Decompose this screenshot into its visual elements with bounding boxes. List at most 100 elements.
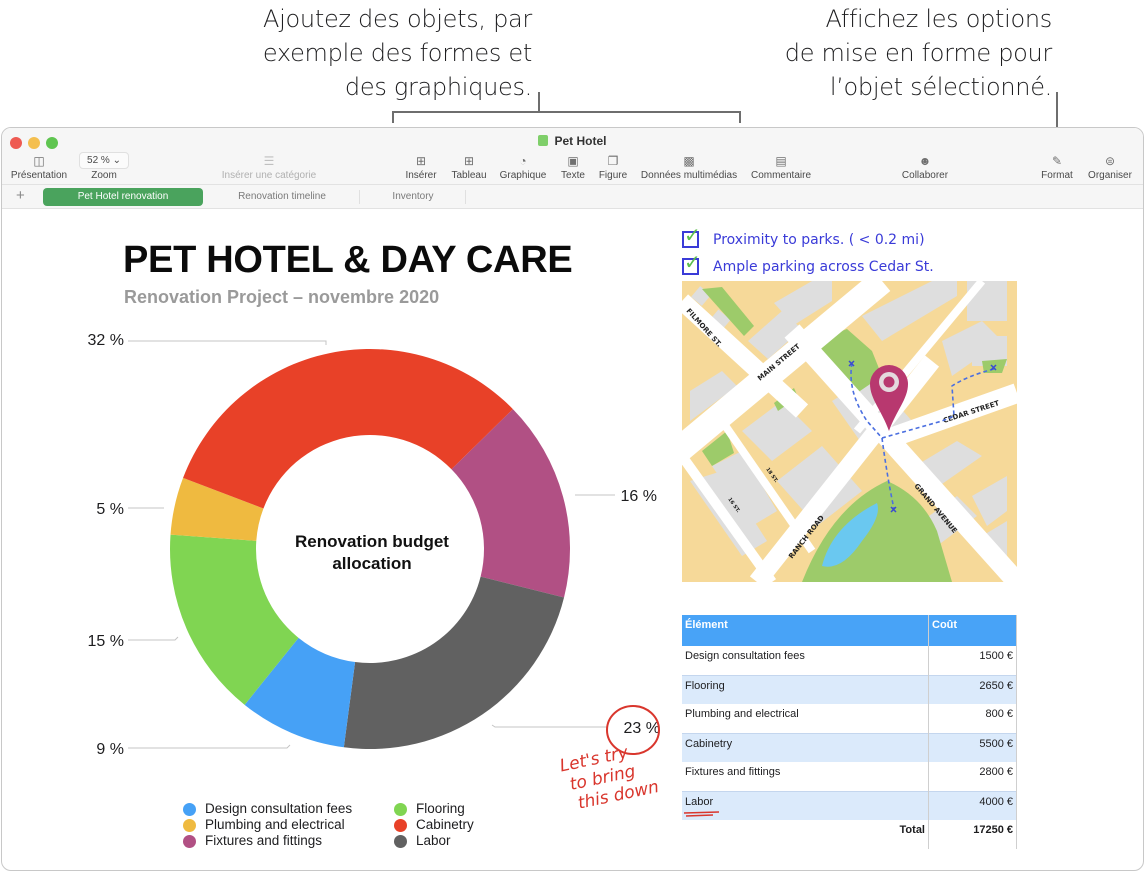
document-title[interactable]: PET HOTEL & DAY CARE <box>123 239 573 282</box>
comment-button[interactable]: ▤ Commentaire <box>748 152 814 181</box>
legend-swatch <box>183 834 196 848</box>
label-leader-line <box>491 724 608 728</box>
handwritten-underline <box>683 811 720 817</box>
insert-button[interactable]: ⊞ Insérer <box>402 152 440 181</box>
insert-category-button[interactable]: ☰ Insérer une catégorie <box>214 152 324 181</box>
window-title-text: Pet Hotel <box>554 134 607 148</box>
table-row: Cabinetry 5500 € <box>682 732 1017 762</box>
list-icon: ☰ <box>263 154 275 168</box>
percent-label: 15 % <box>88 633 124 650</box>
budget-table[interactable]: Élément Coût Design consultation fees 150… <box>682 615 1017 849</box>
zoom-label-wrap: Zoom <box>84 170 124 181</box>
tab-divider <box>465 190 466 204</box>
chart-legend-right: Flooring Cabinetry Labor <box>394 801 474 849</box>
percent-label: 23 % <box>624 720 660 737</box>
zoom-value: 52 % <box>87 155 110 166</box>
shape-label: Figure <box>598 170 628 181</box>
media-button[interactable]: ▩ Données multimédias <box>638 152 740 181</box>
donut-slice-cabinetry[interactable] <box>183 348 513 509</box>
tab-inventory[interactable]: Inventory <box>362 188 464 206</box>
cell-item[interactable]: Design consultation fees <box>682 646 929 675</box>
zoom-dropdown[interactable]: 52 % ⌄ <box>79 152 129 169</box>
table-row: Design consultation fees 1500 € <box>682 646 1017 675</box>
handwritten-checklist[interactable]: Proximity to parks. ( < 0.2 mi) Ample pa… <box>682 223 934 280</box>
legend-label: Labor <box>416 833 451 848</box>
legend-item: Cabinetry <box>394 817 474 833</box>
organize-label: Organiser <box>1088 170 1132 181</box>
donut-chart[interactable]: 16 % 23 % 9 % 15 % 5 % 32 % Renovation budget… <box>0 320 680 780</box>
collaborate-button[interactable]: ☻ Collaborer <box>896 152 954 181</box>
legend-label: Cabinetry <box>416 817 474 832</box>
cell-item[interactable]: Flooring <box>682 674 929 704</box>
callout-line: Ajoutez des objets, par <box>263 5 532 33</box>
callout-bracket <box>392 111 394 123</box>
chart-label: Graphique <box>499 170 547 181</box>
callout-bracket <box>392 111 741 113</box>
legend-label: Plumbing and electrical <box>205 817 345 832</box>
chart-center-title-line1: Renovation budget <box>295 532 449 551</box>
chart-center-title-line2: allocation <box>332 554 411 573</box>
cell-cost[interactable]: 1500 € <box>928 646 1017 675</box>
table-row: Plumbing and electrical 800 € <box>682 704 1017 733</box>
callout-line: des graphiques. <box>344 73 532 101</box>
cell-item[interactable]: Fixtures and fittings <box>682 762 929 791</box>
document-subtitle[interactable]: Renovation Project – novembre 2020 <box>124 287 439 308</box>
cell-cost[interactable]: 5500 € <box>928 732 1017 762</box>
percent-label: 32 % <box>88 332 124 349</box>
legend-label: Fixtures and fittings <box>205 833 323 848</box>
shape-icon: ❐ <box>607 154 619 168</box>
legend-item: Design consultation fees <box>183 801 352 817</box>
text-box-icon: ▣ <box>567 154 579 168</box>
table-header-row: Élément Coût <box>682 615 1017 646</box>
cell-item[interactable]: Plumbing and electrical <box>682 704 929 733</box>
chart-legend-left: Design consultation fees Plumbing and el… <box>183 801 352 849</box>
shape-button[interactable]: ❐ Figure <box>595 152 631 181</box>
callout-bracket <box>739 111 741 123</box>
legend-label: Design consultation fees <box>205 801 353 816</box>
checklist-label: Proximity to parks. ( < 0.2 mi) <box>713 231 925 248</box>
table-total-row: Total 17250 € <box>682 820 1017 849</box>
tab-renovation-timeline[interactable]: Renovation timeline <box>207 188 357 206</box>
column-header-item[interactable]: Élément <box>682 615 929 646</box>
legend-item: Flooring <box>394 801 474 817</box>
insert-plus-icon: ⊞ <box>415 154 427 168</box>
label-leader-line <box>128 744 291 749</box>
chart-button[interactable]: ◔ Graphique <box>497 152 549 181</box>
tab-divider <box>359 190 360 204</box>
collaborate-label: Collaborer <box>901 170 949 181</box>
window-title: Pet Hotel <box>2 134 1143 148</box>
chevron-down-icon: ⌄ <box>112 155 121 166</box>
cell-cost[interactable]: 4000 € <box>928 790 1017 820</box>
legend-swatch <box>394 834 407 848</box>
organize-button[interactable]: ⊜ Organiser <box>1085 152 1135 181</box>
presentation-button[interactable]: ◫ Présentation <box>9 152 69 181</box>
legend-label: Flooring <box>416 801 465 816</box>
cell-item[interactable]: Cabinetry <box>682 732 929 762</box>
callout-line: Affichez les options <box>825 5 1053 33</box>
legend-item: Labor <box>394 833 474 849</box>
cell-cost[interactable]: 2650 € <box>928 674 1017 704</box>
label-leader-line <box>128 636 179 641</box>
legend-item: Plumbing and electrical <box>183 817 352 833</box>
sidebar-icon: ◫ <box>33 154 45 168</box>
comment-icon: ▤ <box>775 154 787 168</box>
zoom-label: Zoom <box>91 170 117 181</box>
cell-total-value[interactable]: 17250 € <box>928 820 1017 849</box>
numbers-doc-icon <box>538 135 549 146</box>
cell-cost[interactable]: 2800 € <box>928 762 1017 791</box>
cell-total-label[interactable]: Total <box>682 820 929 849</box>
text-button[interactable]: ▣ Texte <box>557 152 589 181</box>
format-button[interactable]: ✎ Format <box>1038 152 1076 181</box>
text-label: Texte <box>561 170 585 181</box>
add-sheet-button[interactable]: + <box>16 187 25 204</box>
table-button[interactable]: ⊞ Tableau <box>448 152 490 181</box>
table-row: Flooring 2650 € <box>682 674 1017 704</box>
label-leader-line <box>128 340 327 345</box>
neighborhood-map[interactable]: FILMORE ST. MAIN STREET CEDAR STREET GRA… <box>682 281 1017 582</box>
legend-swatch <box>183 802 196 816</box>
checklist-item: Ample parking across Cedar St. <box>682 250 934 280</box>
column-header-cost[interactable]: Coût <box>928 615 1017 646</box>
cell-cost[interactable]: 800 € <box>928 704 1017 733</box>
tab-pet-hotel-renovation[interactable]: Pet Hotel renovation <box>43 188 203 206</box>
donut-slice-labor[interactable] <box>343 576 565 749</box>
